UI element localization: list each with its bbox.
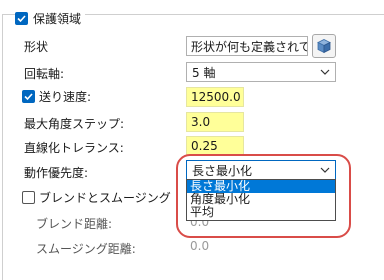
blend-smoothing-toggle[interactable]: ブレンドとスムージング — [22, 189, 171, 206]
shape-select-button[interactable] — [312, 34, 336, 58]
feed-rate-label: 送り速度: — [39, 90, 92, 104]
dropdown-option-average[interactable]: 平均 — [187, 206, 335, 219]
max-angle-step-field[interactable]: 3.0 — [186, 112, 244, 132]
checkmark-icon — [17, 14, 26, 22]
feed-rate-checkbox[interactable] — [22, 90, 35, 103]
protection-area-group-header[interactable]: 保護領域 — [15, 9, 86, 27]
motion-priority-select[interactable]: 長さ最小化 — [186, 160, 336, 180]
feed-rate-field[interactable]: 12500.0 — [186, 87, 244, 107]
blend-smoothing-checkbox[interactable] — [22, 191, 35, 204]
cube-icon — [317, 39, 331, 54]
smoothing-distance-label: スムージング距離: — [36, 242, 136, 256]
shape-field[interactable]: 形状が何も定義されてい — [186, 36, 308, 56]
blend-smoothing-label: ブレンドとスムージング — [39, 191, 171, 205]
linearization-tolerance-field[interactable]: 0.25 — [186, 136, 244, 156]
smoothing-distance-field: 0.0 — [190, 239, 210, 253]
blend-distance-label: ブレンド距離: — [36, 217, 113, 231]
chevron-down-icon — [320, 69, 330, 75]
protection-area-checkbox[interactable] — [15, 11, 28, 25]
max-angle-step-label: 最大角度ステップ: — [24, 117, 125, 131]
motion-priority-dropdown-list: 長さ最小化 角度最小化 平均 — [186, 179, 336, 221]
checkmark-icon — [24, 93, 33, 101]
linearization-tolerance-label: 直線化トレランス: — [24, 141, 124, 155]
shape-label: 形状 — [24, 40, 49, 54]
rotation-axis-select[interactable]: 5 軸 — [186, 62, 336, 82]
motion-priority-label: 動作優先度: — [24, 166, 89, 180]
rotation-axis-value: 5 軸 — [192, 65, 216, 80]
protection-area-title: 保護領域 — [33, 11, 82, 26]
motion-priority-value: 長さ最小化 — [192, 163, 253, 178]
chevron-down-icon — [320, 167, 330, 173]
feed-rate-toggle[interactable]: 送り速度: — [22, 88, 91, 105]
rotation-axis-label: 回転軸: — [24, 67, 65, 81]
